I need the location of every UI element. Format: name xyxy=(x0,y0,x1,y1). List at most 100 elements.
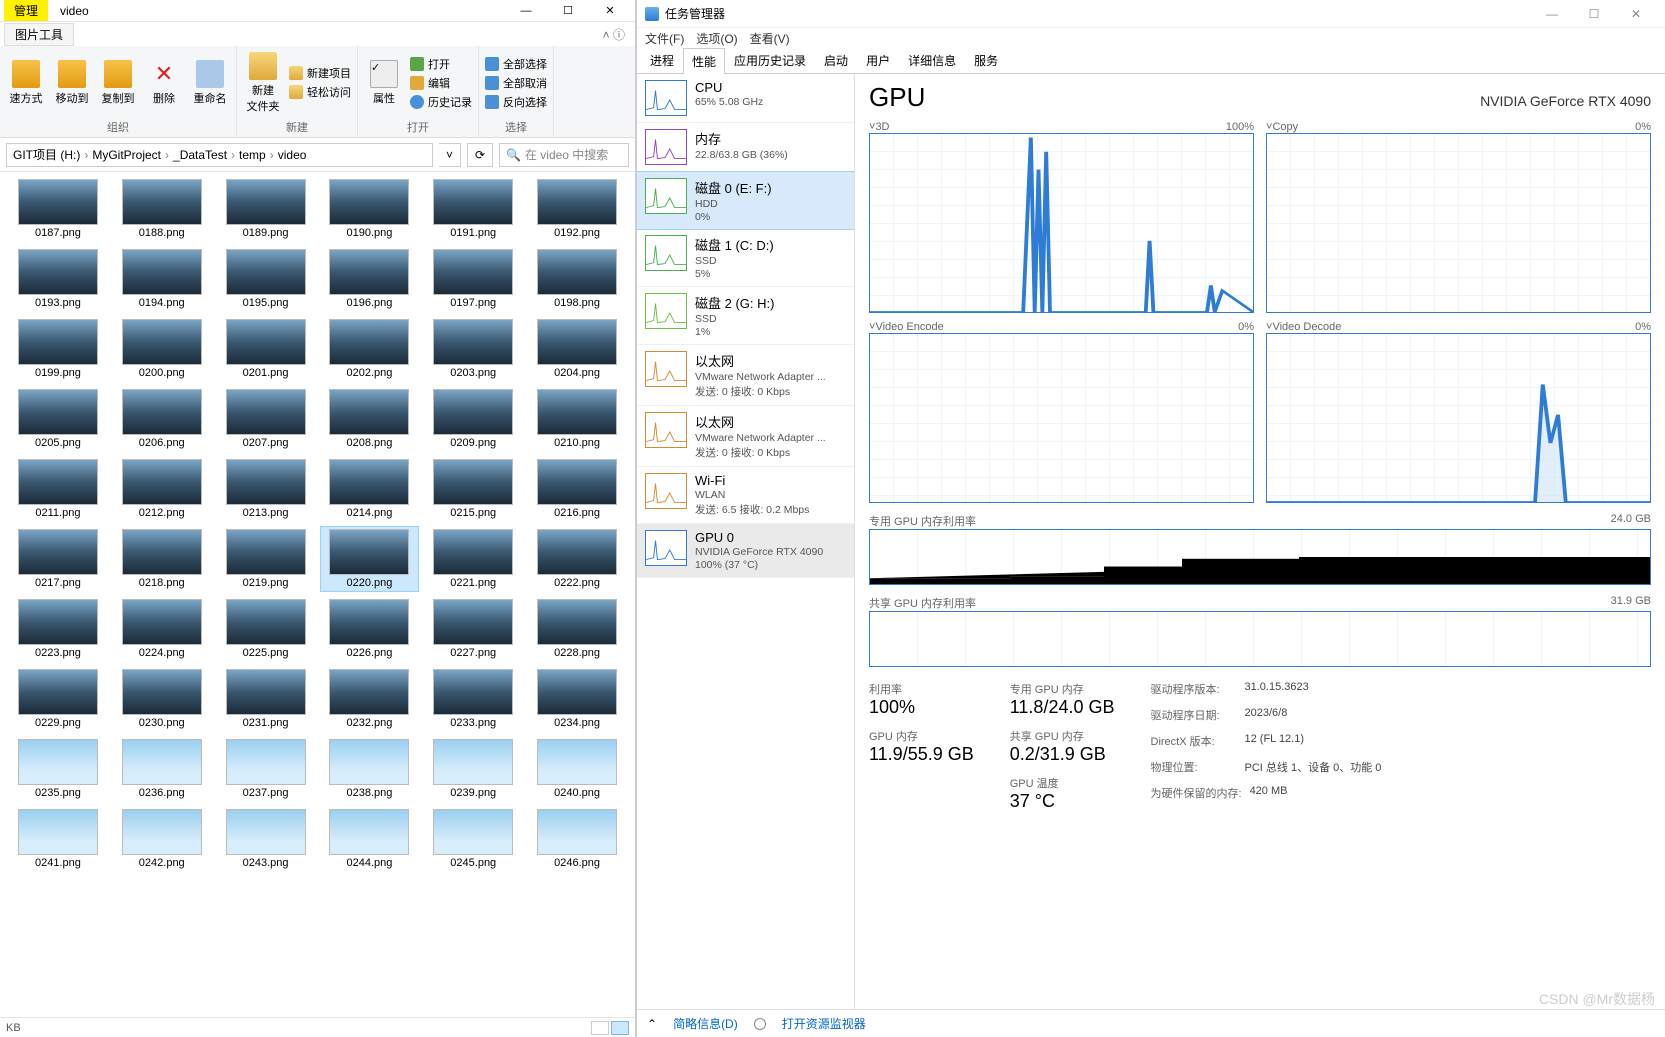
tab-用户[interactable]: 用户 xyxy=(857,47,899,73)
file-thumb[interactable]: 0211.png xyxy=(8,456,108,522)
menu-item[interactable]: 选项(O) xyxy=(696,30,737,47)
file-thumb[interactable]: 0215.png xyxy=(423,456,523,522)
file-thumb[interactable]: 0235.png xyxy=(8,736,108,802)
selectall-button[interactable]: 全部选择 xyxy=(485,56,547,72)
sidebar-item-mem[interactable]: 内存22.8/63.8 GB (36%) xyxy=(637,123,854,172)
file-thumb[interactable]: 0243.png xyxy=(216,806,316,872)
tab-详细信息[interactable]: 详细信息 xyxy=(899,47,965,73)
file-thumb[interactable]: 0218.png xyxy=(112,526,212,592)
file-thumb[interactable]: 0224.png xyxy=(112,596,212,662)
file-thumb[interactable]: 0221.png xyxy=(423,526,523,592)
newfolder-button[interactable]: 新建 文件夹 xyxy=(243,52,283,114)
file-thumb[interactable]: 0217.png xyxy=(8,526,108,592)
file-thumb[interactable]: 0192.png xyxy=(527,176,627,242)
selectnone-button[interactable]: 全部取消 xyxy=(485,75,547,91)
graph-3d[interactable] xyxy=(869,133,1254,313)
tm-maximize-button[interactable]: ☐ xyxy=(1573,1,1615,27)
file-thumb[interactable]: 0239.png xyxy=(423,736,523,802)
sidebar-item-wifi[interactable]: Wi-FiWLAN发送: 6.5 接收: 0.2 Mbps xyxy=(637,467,854,524)
file-thumb[interactable]: 0229.png xyxy=(8,666,108,732)
file-thumb[interactable]: 0244.png xyxy=(320,806,420,872)
rename-button[interactable]: 重命名 xyxy=(190,60,230,106)
sidebar-item-gpu[interactable]: GPU 0NVIDIA GeForce RTX 4090100% (37 °C) xyxy=(637,524,854,578)
file-thumb[interactable]: 0191.png xyxy=(423,176,523,242)
moveto-button[interactable]: 移动到 xyxy=(52,60,92,106)
search-input[interactable]: 🔍 在 video 中搜索 xyxy=(499,143,629,167)
file-thumb[interactable]: 0240.png xyxy=(527,736,627,802)
file-thumb[interactable]: 0233.png xyxy=(423,666,523,732)
history-button[interactable]: 历史记录 xyxy=(410,94,472,110)
file-thumb[interactable]: 0214.png xyxy=(320,456,420,522)
file-thumb[interactable]: 0232.png xyxy=(320,666,420,732)
copyto-button[interactable]: 复制到 xyxy=(98,60,138,106)
sidebar-item-disk1[interactable]: 磁盘 1 (C: D:)SSD5% xyxy=(637,229,854,287)
graph-video-decode[interactable] xyxy=(1266,333,1651,503)
file-thumb[interactable]: 0219.png xyxy=(216,526,316,592)
delete-button[interactable]: ✕删除 xyxy=(144,60,184,106)
breadcrumb-segment[interactable]: MyGitProject xyxy=(92,148,161,162)
properties-button[interactable]: ✓属性 xyxy=(364,60,404,106)
file-thumb[interactable]: 0234.png xyxy=(527,666,627,732)
graph-video-encode[interactable] xyxy=(869,333,1254,503)
file-thumb[interactable]: 0195.png xyxy=(216,246,316,312)
refresh-button[interactable]: ⟳ xyxy=(467,143,493,167)
file-thumb[interactable]: 0205.png xyxy=(8,386,108,452)
file-thumb[interactable]: 0220.png xyxy=(320,526,420,592)
file-thumb[interactable]: 0207.png xyxy=(216,386,316,452)
file-thumb[interactable]: 0187.png xyxy=(8,176,108,242)
file-thumb[interactable]: 0241.png xyxy=(8,806,108,872)
file-thumb[interactable]: 0190.png xyxy=(320,176,420,242)
file-thumb[interactable]: 0204.png xyxy=(527,316,627,382)
breadcrumb-segment[interactable]: _DataTest xyxy=(173,148,227,162)
menu-item[interactable]: 查看(V) xyxy=(750,30,790,47)
file-thumb[interactable]: 0213.png xyxy=(216,456,316,522)
maximize-button[interactable]: ☐ xyxy=(547,0,589,22)
graph-copy[interactable] xyxy=(1266,133,1651,313)
file-thumb[interactable]: 0199.png xyxy=(8,316,108,382)
invertsel-button[interactable]: 反向选择 xyxy=(485,94,547,110)
tm-minimize-button[interactable]: — xyxy=(1531,1,1573,27)
sidebar-item-disk0[interactable]: 磁盘 0 (E: F:)HDD0% xyxy=(637,171,855,230)
sidebar-item-disk2[interactable]: 磁盘 2 (G: H:)SSD1% xyxy=(637,287,854,345)
sidebar-item-eth0[interactable]: 以太网VMware Network Adapter ...发送: 0 接收: 0… xyxy=(637,345,854,406)
file-thumb[interactable]: 0223.png xyxy=(8,596,108,662)
breadcrumb-dropdown[interactable]: ˅ xyxy=(439,143,461,167)
graph-dedicated-memory[interactable] xyxy=(869,529,1651,585)
file-thumb[interactable]: 0242.png xyxy=(112,806,212,872)
breadcrumb-segment[interactable]: video xyxy=(278,148,307,162)
file-thumb[interactable]: 0230.png xyxy=(112,666,212,732)
sidebar-item-cpu[interactable]: CPU65% 5.08 GHz xyxy=(637,74,854,123)
file-thumb[interactable]: 0197.png xyxy=(423,246,523,312)
edit-button[interactable]: 编辑 xyxy=(410,75,472,91)
file-thumb[interactable]: 0203.png xyxy=(423,316,523,382)
file-thumb[interactable]: 0231.png xyxy=(216,666,316,732)
file-thumb[interactable]: 0196.png xyxy=(320,246,420,312)
breadcrumb[interactable]: GIT项目 (H:)›MyGitProject›_DataTest›temp›v… xyxy=(6,143,433,167)
file-thumb[interactable]: 0202.png xyxy=(320,316,420,382)
file-thumb[interactable]: 0208.png xyxy=(320,386,420,452)
file-pane[interactable]: 0187.png0188.png0189.png0190.png0191.png… xyxy=(0,172,635,1017)
file-thumb[interactable]: 0206.png xyxy=(112,386,212,452)
file-thumb[interactable]: 0210.png xyxy=(527,386,627,452)
file-thumb[interactable]: 0222.png xyxy=(527,526,627,592)
ribbon-tab-picture-tools[interactable]: 图片工具 xyxy=(4,23,74,46)
tab-进程[interactable]: 进程 xyxy=(641,47,683,73)
breadcrumb-segment[interactable]: GIT项目 (H:) xyxy=(13,146,80,163)
menu-item[interactable]: 文件(F) xyxy=(645,30,684,47)
title-tab-manage[interactable]: 管理 xyxy=(4,0,48,21)
ribbon-collapse-icon[interactable]: ˄ ⓘ xyxy=(603,26,631,43)
graph-shared-memory[interactable] xyxy=(869,611,1651,667)
file-thumb[interactable]: 0193.png xyxy=(8,246,108,312)
view-details-button[interactable] xyxy=(591,1021,609,1035)
newitem-button[interactable]: 新建项目 xyxy=(289,65,351,81)
file-thumb[interactable]: 0216.png xyxy=(527,456,627,522)
tab-服务[interactable]: 服务 xyxy=(965,47,1007,73)
tm-close-button[interactable]: ✕ xyxy=(1615,1,1657,27)
file-thumb[interactable]: 0212.png xyxy=(112,456,212,522)
file-thumb[interactable]: 0189.png xyxy=(216,176,316,242)
file-thumb[interactable]: 0194.png xyxy=(112,246,212,312)
file-thumb[interactable]: 0209.png xyxy=(423,386,523,452)
sidebar-item-eth1[interactable]: 以太网VMware Network Adapter ...发送: 0 接收: 0… xyxy=(637,406,854,467)
file-thumb[interactable]: 0188.png xyxy=(112,176,212,242)
collapse-icon[interactable]: ⌃ xyxy=(647,1017,657,1031)
